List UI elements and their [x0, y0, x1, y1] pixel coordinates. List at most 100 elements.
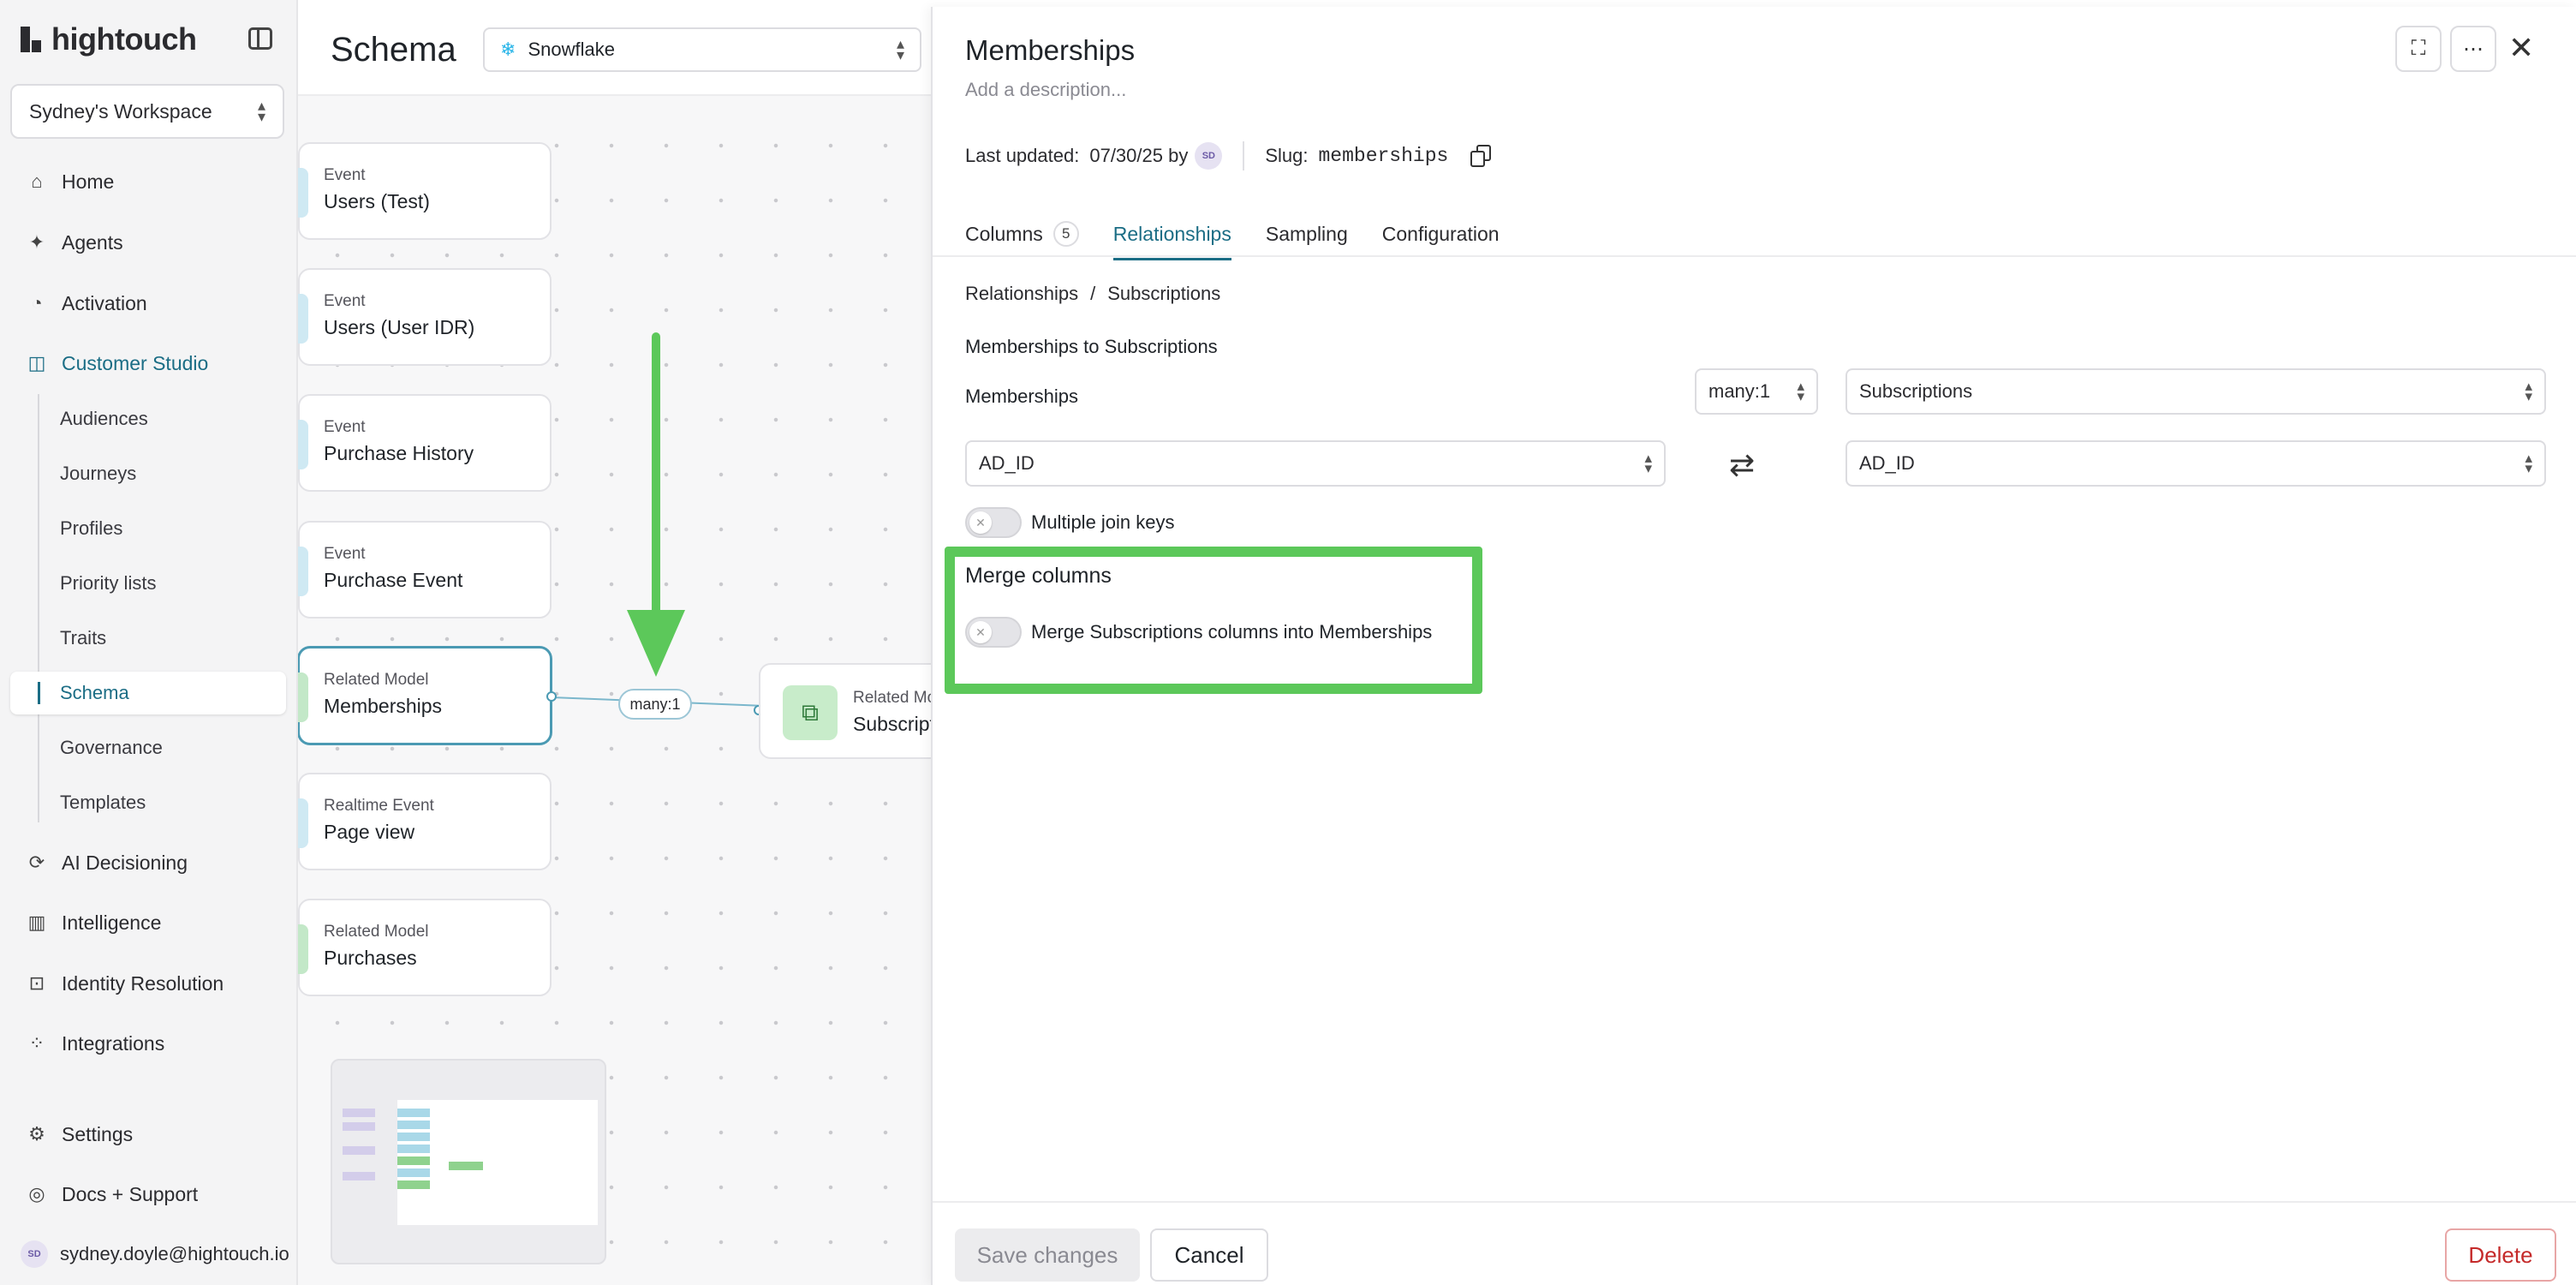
nav-ai-decisioning[interactable]: ⟳ AI Decisioning	[10, 840, 286, 885]
schema-node[interactable]: Event Purchase Event	[298, 521, 552, 619]
cardinality-value: many:1	[1708, 380, 1771, 402]
minimap-block	[343, 1109, 375, 1117]
node-name: Users (User IDR)	[324, 316, 475, 338]
nav-integrations-label: Integrations	[62, 1031, 165, 1055]
minimap-block	[397, 1168, 430, 1177]
subnav-priority-lists[interactable]: Priority lists	[48, 562, 286, 605]
schema-node[interactable]: Realtime Event Page view	[298, 773, 552, 870]
panel-title[interactable]: Memberships	[965, 34, 1135, 67]
chevron-up-down-icon: ▴ ▾	[1644, 450, 1652, 476]
tab-sampling[interactable]: Sampling	[1266, 211, 1348, 257]
schema-node-selected[interactable]: Related Model Memberships	[298, 647, 552, 744]
to-model-value: Subscriptions	[1859, 380, 1973, 402]
expand-icon: ⛶	[2411, 37, 2426, 60]
nav-intelligence[interactable]: ▥ Intelligence	[10, 900, 286, 945]
subnav-profiles[interactable]: Profiles	[48, 507, 286, 550]
breadcrumb-relationships[interactable]: Relationships	[965, 283, 1078, 305]
source-select[interactable]: ❄ Snowflake ▴ ▾	[483, 27, 921, 72]
columns-count-badge: 5	[1052, 221, 1079, 247]
subnav-schema[interactable]: Schema	[10, 672, 286, 714]
breadcrumb-current: Subscriptions	[1107, 283, 1221, 304]
minimap[interactable]	[331, 1059, 606, 1264]
annotation-arrow-shaft	[652, 332, 660, 624]
chevron-up-down-icon: ▴ ▾	[2525, 378, 2532, 404]
node-name: Memberships	[324, 695, 443, 717]
nav-identity-resolution-label: Identity Resolution	[62, 971, 224, 995]
copy-icon[interactable]	[1470, 145, 1492, 167]
merge-columns-label: Merge Subscriptions columns into Members…	[1031, 621, 1433, 642]
subnav-audiences[interactable]: Audiences	[48, 397, 286, 440]
to-model-select[interactable]: Subscriptions ▴ ▾	[1846, 368, 2546, 415]
page-title: Schema	[331, 31, 456, 69]
nav-customer-studio[interactable]: ◫ Customer Studio	[10, 341, 286, 386]
relationship-badge[interactable]: many:1	[618, 689, 692, 720]
last-updated-label: Last updated:	[965, 145, 1080, 166]
schema-node[interactable]: Event Purchase History	[298, 394, 552, 492]
to-key-select[interactable]: AD_ID ▴ ▾	[1846, 440, 2546, 487]
sidebar-toggle-icon[interactable]	[248, 27, 272, 50]
close-button[interactable]: ✕	[2508, 33, 2534, 63]
user-menu[interactable]: SD sydney.doyle@hightouch.io	[21, 1240, 295, 1268]
expand-button[interactable]: ⛶	[2395, 26, 2442, 72]
snowflake-icon: ❄	[500, 39, 516, 60]
merge-columns-toggle[interactable]	[965, 617, 1022, 648]
description-field[interactable]: Add a description...	[965, 79, 1126, 101]
chevron-up-down-icon: ▴ ▾	[1797, 378, 1804, 404]
workspace-name: Sydney's Workspace	[29, 99, 212, 123]
edge-handle[interactable]	[546, 691, 557, 702]
nav-ai-decisioning-label: AI Decisioning	[62, 851, 188, 874]
minimap-block	[397, 1121, 430, 1129]
node-type: Event	[324, 418, 366, 436]
subnav-journeys[interactable]: Journeys	[48, 452, 286, 495]
nav-agents[interactable]: ✦ Agents	[10, 220, 286, 265]
minimap-block	[397, 1180, 430, 1189]
multiple-join-keys-toggle[interactable]	[965, 507, 1022, 538]
slug-value: memberships	[1318, 145, 1449, 167]
chevron-up-down-icon: ▴ ▾	[257, 97, 265, 125]
minimap-block	[397, 1156, 430, 1165]
nav-integrations[interactable]: ⁘ Integrations	[10, 1021, 286, 1066]
subnav-governance[interactable]: Governance	[48, 726, 286, 769]
nav-settings[interactable]: ⚙ Settings	[10, 1112, 286, 1156]
tab-columns[interactable]: Columns 5	[965, 211, 1079, 257]
schema-node[interactable]: Event Users (User IDR)	[298, 268, 552, 366]
from-key-select[interactable]: AD_ID ▴ ▾	[965, 440, 1666, 487]
nav-docs-support[interactable]: ◎ Docs + Support	[10, 1172, 286, 1216]
subnav-traits[interactable]: Traits	[48, 617, 286, 660]
node-name: Page view	[324, 821, 415, 843]
tab-relationships[interactable]: Relationships	[1112, 211, 1231, 260]
cancel-button[interactable]: Cancel	[1150, 1228, 1268, 1282]
gear-icon: ⚙	[28, 1123, 45, 1145]
nav-home[interactable]: ⌂ Home	[10, 159, 286, 204]
workspace-switcher[interactable]: Sydney's Workspace ▴ ▾	[10, 84, 284, 139]
subnav-templates[interactable]: Templates	[48, 781, 286, 824]
tab-columns-label: Columns	[965, 222, 1043, 245]
delete-button[interactable]: Delete	[2445, 1228, 2556, 1282]
nav-activation-label: Activation	[62, 291, 147, 314]
nav-identity-resolution[interactable]: ⊡ Identity Resolution	[10, 961, 286, 1006]
cardinality-select[interactable]: many:1 ▴ ▾	[1695, 368, 1818, 415]
node-type: Related Model	[324, 671, 429, 689]
breadcrumb: Relationships / Subscriptions	[965, 283, 1220, 305]
schema-node-subscriptions[interactable]: ⧉ Related Model Subscriptions	[759, 663, 932, 759]
nav-customer-studio-label: Customer Studio	[62, 351, 209, 374]
tab-configuration[interactable]: Configuration	[1382, 211, 1500, 257]
hightouch-logo[interactable]: hightouch	[21, 21, 197, 58]
schema-node[interactable]: Related Model Purchases	[298, 899, 552, 996]
schema-node[interactable]: Event Users (Test)	[298, 142, 552, 240]
node-name: Purchase Event	[324, 569, 463, 591]
save-changes-button[interactable]: Save changes	[955, 1228, 1140, 1282]
integrations-icon: ⁘	[28, 1032, 45, 1054]
chevron-up-down-icon: ▴ ▾	[896, 35, 904, 63]
schema-canvas[interactable]: Schema ❄ Snowflake ▴ ▾ Event Users (Test)…	[298, 0, 932, 1285]
home-icon: ⌂	[31, 170, 43, 192]
more-options-button[interactable]: ⋯	[2450, 26, 2496, 72]
node-type: Realtime Event	[324, 797, 434, 815]
nav-intelligence-label: Intelligence	[62, 911, 162, 934]
bar-chart-icon: ▥	[27, 911, 46, 933]
multiple-join-keys-label: Multiple join keys	[1031, 511, 1175, 533]
minimap-block	[343, 1122, 375, 1131]
minimap-block	[343, 1146, 375, 1155]
metadata-row: Last updated: 07/30/25 by SD Slug: membe…	[965, 137, 1492, 175]
nav-activation[interactable]: ◔ Activation	[10, 281, 286, 326]
